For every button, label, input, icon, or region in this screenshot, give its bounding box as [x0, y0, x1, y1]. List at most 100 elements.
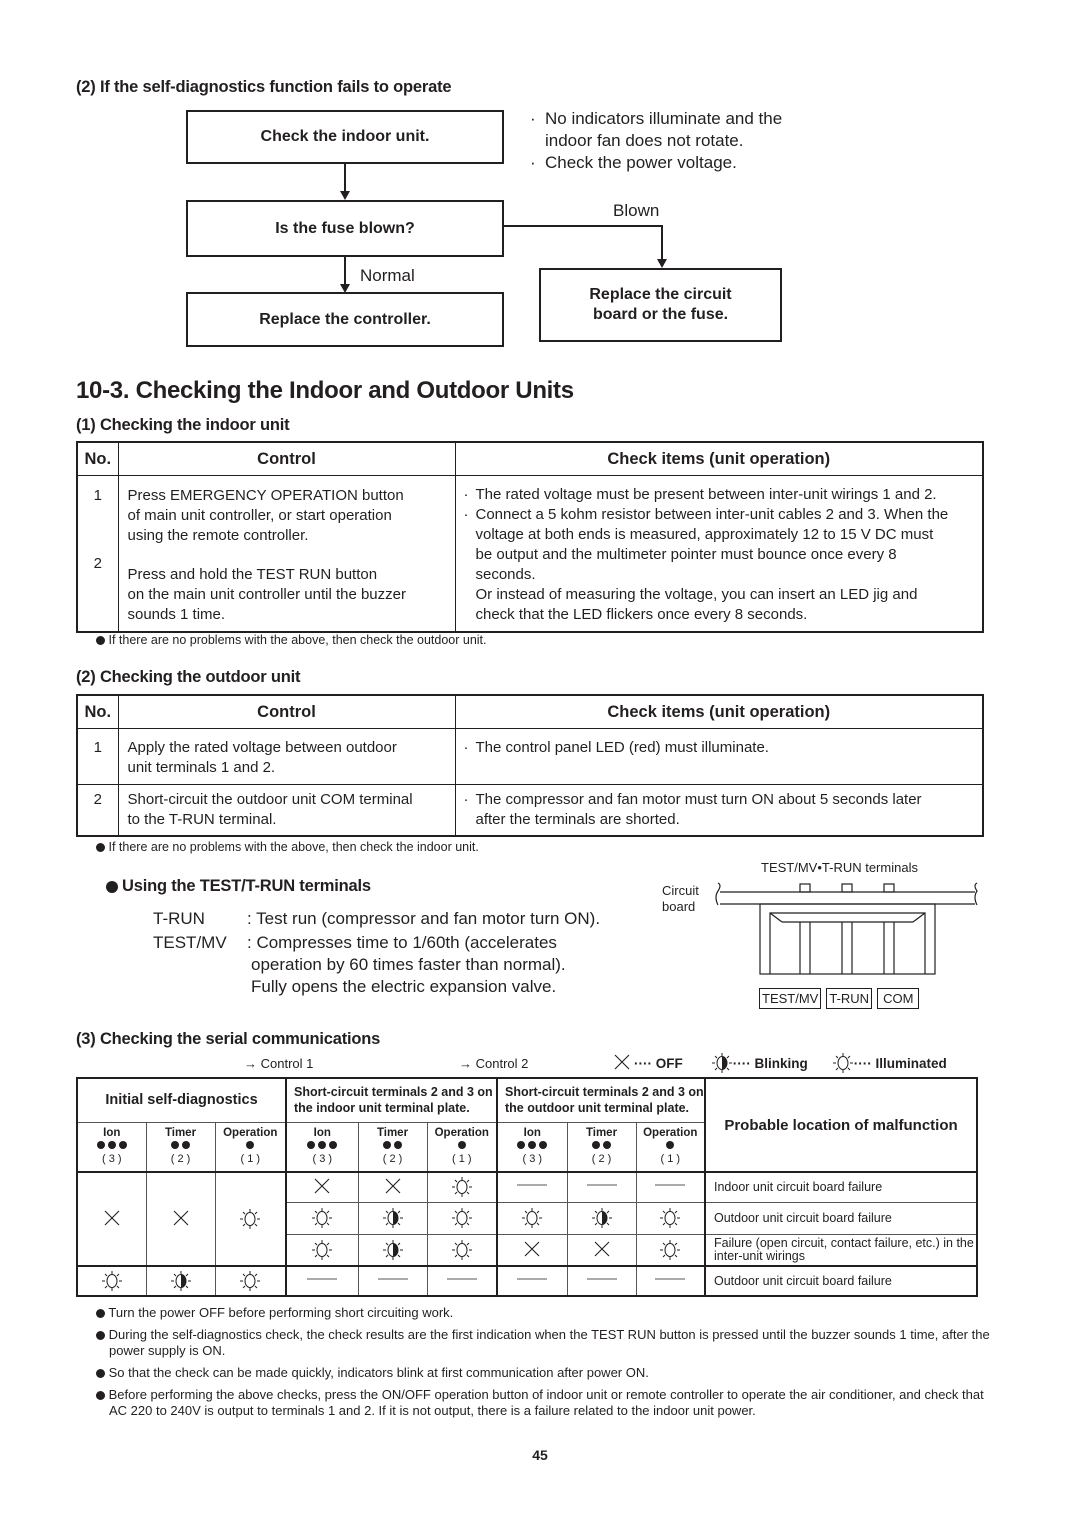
- text-line: sounds 1 time.: [127, 606, 226, 623]
- flow-box-line: board or the fuse.: [592, 306, 729, 323]
- row-number: 2: [93, 555, 102, 572]
- indicator-outdoor-ion: [496, 1233, 568, 1267]
- note-line: · No indicators illuminate and the: [530, 109, 783, 128]
- terminal-label: T-RUN: [826, 988, 873, 1009]
- illuminated-icon: [239, 1270, 261, 1292]
- note-line: · Check the power voltage.: [530, 153, 737, 172]
- outdoor-check-table: No. Control Check items (unit operation)…: [76, 694, 984, 837]
- indicator-indoor-operation: [426, 1233, 498, 1267]
- note-item: Before performing the above checks, pres…: [96, 1387, 996, 1419]
- bullet-icon: [96, 1331, 105, 1341]
- text-line: check that the LED flickers once every 8…: [475, 606, 808, 623]
- text-line: using the remote controller.: [127, 527, 309, 544]
- dash-icon: [445, 1270, 479, 1292]
- flow-connector: [344, 164, 346, 192]
- flowchart-heading: (2) If the self-diagnostics function fai…: [76, 78, 452, 96]
- serial-notes: Turn the power OFF before performing sho…: [96, 1305, 996, 1419]
- note-item: During the self-diagnostics check, the c…: [96, 1327, 996, 1359]
- lamp-name: Operation: [223, 1127, 278, 1140]
- lamp-header-ion: Ion ( 3 ): [496, 1121, 568, 1173]
- flow-box-fuse: Is the fuse blown?: [186, 200, 504, 257]
- lamp-dot-icon: [528, 1141, 537, 1150]
- cell-check: · The rated voltage must be present betwe…: [454, 475, 984, 632]
- test-line: TEST/MV: Compresses time to 1/60th (acce…: [153, 932, 600, 954]
- text-line: Short-circuit the outdoor unit COM termi…: [127, 791, 413, 808]
- off-icon: [312, 1176, 332, 1198]
- serial-heading: (3) Checking the serial communications: [76, 1030, 381, 1048]
- control1-label: → Control 1: [244, 1056, 314, 1071]
- terminals-desc: T-RUN: Test run (compressor and fan moto…: [153, 908, 600, 998]
- col-control: Control: [117, 441, 456, 476]
- indicator-indoor-operation: [426, 1171, 498, 1203]
- lamp-header-ion: Ion ( 3 ): [76, 1121, 147, 1173]
- terminals-heading: Using the TEST/T-RUN terminals: [106, 877, 371, 896]
- lamp-name: Ion: [313, 1127, 331, 1140]
- legend-blinking: ···· Blinking: [732, 1055, 808, 1071]
- lamp-number: ( 1 ): [451, 1153, 472, 1166]
- connector-housing: [759, 903, 936, 975]
- lamp-dot-icon: [107, 1141, 116, 1150]
- col-no: No.: [76, 694, 119, 729]
- term-key: TEST/MV: [153, 933, 227, 952]
- lamp-name: Operation: [643, 1127, 698, 1140]
- indicator-initial-ion: [76, 1265, 147, 1297]
- lamp-dots: [382, 1140, 404, 1152]
- note-line: indoor fan does not rotate.: [545, 131, 744, 150]
- indicator-initial-ion: [76, 1171, 147, 1267]
- serial-table: Initial self-diagnostics Short-circuit t…: [76, 1077, 978, 1297]
- col-check: Check items (unit operation): [454, 694, 984, 729]
- text-line: voltage at both ends is measured, approx…: [475, 526, 934, 543]
- flow-connector: [504, 225, 662, 227]
- blinking-icon: [711, 1052, 733, 1074]
- text-line: · The control panel LED (red) must illumi…: [463, 739, 769, 756]
- lamp-dot-icon: [592, 1141, 600, 1150]
- lamp-dots: [306, 1140, 339, 1152]
- indicator-indoor-timer: [357, 1233, 428, 1267]
- check-text: The compressor and fan motor must turn O…: [475, 791, 922, 808]
- illuminated-icon: [101, 1270, 123, 1292]
- indicator-outdoor-timer: [566, 1201, 637, 1235]
- bullet-icon: [96, 636, 105, 646]
- cell-control: Apply the rated voltage between outdoor …: [117, 728, 456, 785]
- indicator-initial-timer: [145, 1171, 216, 1267]
- flow-box-line: Replace the circuit: [589, 286, 732, 303]
- lamp-dot-icon: [383, 1141, 391, 1150]
- lamp-dot-icon: [318, 1141, 327, 1150]
- label-normal: Normal: [360, 266, 415, 285]
- indicator-outdoor-ion: [496, 1171, 568, 1203]
- col-check: Check items (unit operation): [454, 441, 984, 476]
- malfunction-location: Failure (open circuit, contact failure, …: [704, 1233, 978, 1267]
- table-row: 1 Apply the rated voltage between outdoo…: [76, 728, 984, 785]
- indicator-outdoor-timer: [566, 1265, 637, 1297]
- lamp-header-timer: Timer ( 2 ): [145, 1121, 216, 1173]
- heading-text: Using the TEST/T-RUN terminals: [122, 877, 371, 895]
- lamp-dots: [516, 1140, 549, 1152]
- lamp-dot-icon: [246, 1141, 255, 1150]
- text-line: · Connect a 5 kohm resistor between inter…: [463, 506, 949, 523]
- board-break-icon: [715, 882, 978, 906]
- text-line: after the terminals are shorted.: [475, 811, 680, 828]
- dash-icon: [305, 1270, 339, 1292]
- label-line: board: [662, 899, 696, 914]
- arrow-down-icon: [340, 191, 350, 200]
- flow-box-replace-board: Replace the circuit board or the fuse.: [539, 268, 782, 342]
- note-text: If there are no problems with the above,…: [108, 840, 479, 854]
- lamp-number: ( 1 ): [240, 1153, 261, 1166]
- dash-icon: [515, 1176, 549, 1198]
- bullet-icon: [96, 1369, 105, 1379]
- terminal-label: COM: [877, 988, 920, 1009]
- note-text: Before performing the above checks, pres…: [108, 1387, 984, 1418]
- flow-box-check-indoor: Check the indoor unit.: [186, 110, 504, 164]
- col-no: No.: [76, 441, 119, 476]
- cell-check: · The compressor and fan motor must turn …: [454, 784, 984, 836]
- dash-icon: [653, 1176, 687, 1198]
- outdoor-heading: (2) Checking the outdoor unit: [76, 668, 301, 686]
- off-icon: [102, 1208, 122, 1230]
- row-number: 1: [93, 487, 102, 504]
- table-row: 2 Short-circuit the outdoor unit COM ter…: [76, 784, 984, 836]
- header-line: the outdoor unit terminal plate.: [505, 1101, 690, 1116]
- lamp-name: Timer: [164, 1127, 197, 1140]
- table-row: Outdoor unit circuit board failure: [76, 1265, 978, 1297]
- indicator-initial-operation: [214, 1265, 287, 1297]
- check-text: Connect a 5 kohm resistor between inter-…: [475, 506, 949, 523]
